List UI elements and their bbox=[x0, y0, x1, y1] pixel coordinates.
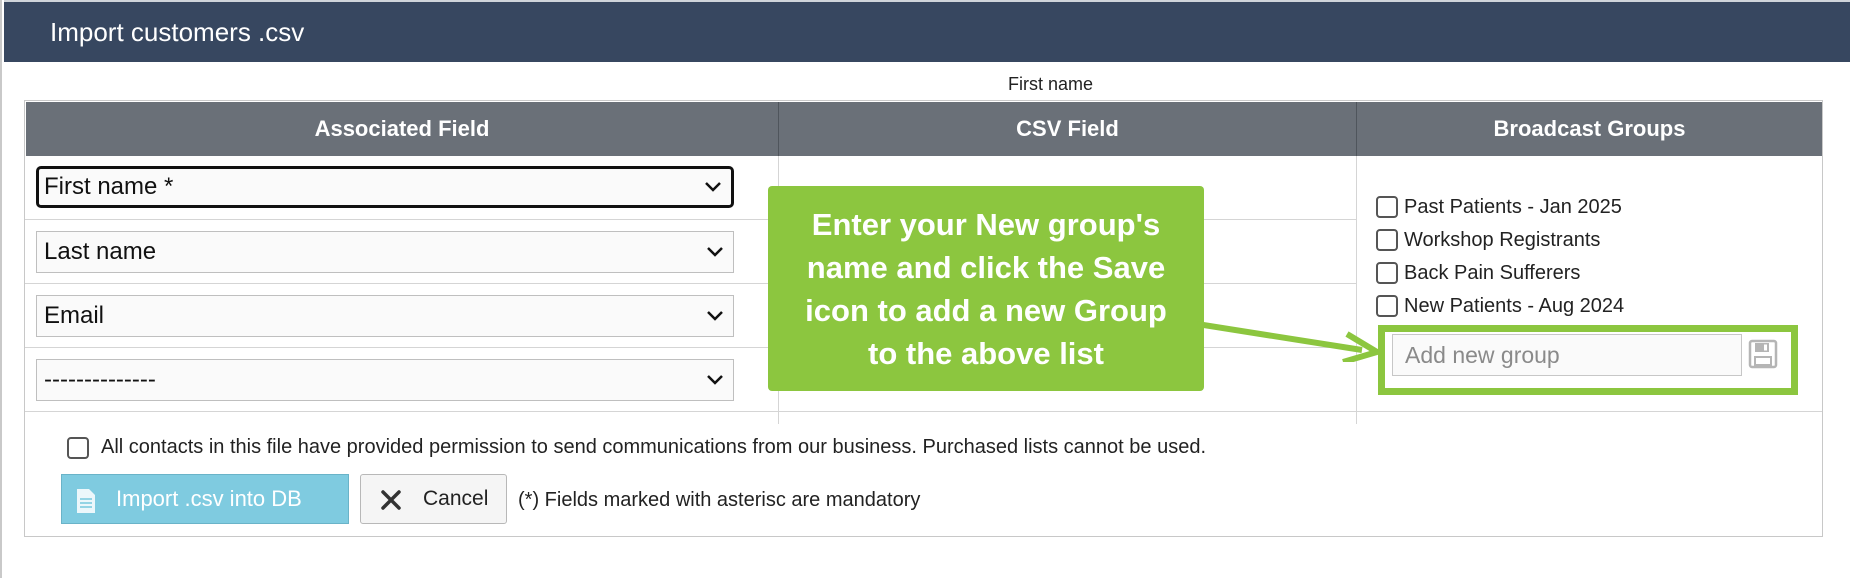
group-checkbox[interactable] bbox=[1376, 229, 1398, 251]
select-value: First name * bbox=[44, 173, 174, 200]
group-checkbox[interactable] bbox=[1376, 262, 1398, 284]
cancel-button-label: Cancel bbox=[423, 487, 489, 510]
tooltip-callout: Enter your New group's name and click th… bbox=[768, 186, 1204, 391]
import-csv-button[interactable]: Import .csv into DB bbox=[61, 474, 349, 524]
callout-text: Enter your New group's name and click th… bbox=[805, 206, 1167, 371]
csv-field-value: First name bbox=[1008, 74, 1094, 94]
floppy-disk-icon[interactable] bbox=[1748, 339, 1778, 369]
close-icon bbox=[381, 490, 401, 510]
group-label: New Patients - Aug 2024 bbox=[1404, 294, 1625, 317]
import-dialog: Import customers .csv Associated Field C… bbox=[0, 0, 1850, 578]
associated-field-select[interactable]: First name * bbox=[36, 166, 734, 208]
group-label: Past Patients - Jan 2025 bbox=[1404, 195, 1622, 218]
title-bar: Import customers .csv bbox=[4, 0, 1850, 62]
select-value: -------------- bbox=[44, 366, 156, 393]
group-item[interactable]: Back Pain Sufferers bbox=[1376, 260, 1580, 286]
group-item[interactable]: New Patients - Aug 2024 bbox=[1376, 293, 1624, 319]
column-divider bbox=[1356, 156, 1357, 424]
row-divider bbox=[25, 411, 1822, 412]
callout-arrow bbox=[1197, 321, 1382, 362]
chevron-down-icon bbox=[707, 375, 723, 385]
header-associated-field: Associated Field bbox=[26, 102, 778, 156]
mandatory-note: (*) Fields marked with asterisc are mand… bbox=[518, 489, 921, 511]
group-item[interactable]: Workshop Registrants bbox=[1376, 227, 1600, 253]
add-group-input[interactable]: Add new group bbox=[1392, 334, 1742, 376]
dialog-title: Import customers .csv bbox=[50, 17, 305, 47]
consent-label: All contacts in this file have provided … bbox=[101, 436, 1206, 458]
group-checkbox[interactable] bbox=[1376, 196, 1398, 218]
document-icon bbox=[77, 489, 95, 513]
associated-field-select[interactable]: -------------- bbox=[36, 359, 734, 401]
group-label: Workshop Registrants bbox=[1404, 228, 1601, 251]
chevron-down-icon bbox=[705, 182, 721, 192]
chevron-down-icon bbox=[707, 247, 723, 257]
associated-field-select[interactable]: Last name bbox=[36, 231, 734, 273]
associated-field-select[interactable]: Email bbox=[36, 295, 734, 337]
select-value: Email bbox=[44, 302, 105, 329]
group-label: Back Pain Sufferers bbox=[1404, 261, 1581, 284]
group-item[interactable]: Past Patients - Jan 2025 bbox=[1376, 194, 1622, 220]
import-button-label: Import .csv into DB bbox=[116, 486, 302, 511]
consent-checkbox-row[interactable]: All contacts in this file have provided … bbox=[67, 436, 1206, 459]
header-broadcast-groups: Broadcast Groups bbox=[1356, 102, 1822, 156]
consent-checkbox[interactable] bbox=[67, 436, 89, 459]
header-csv-field: CSV Field bbox=[778, 102, 1356, 156]
select-value: Last name bbox=[44, 238, 157, 265]
cancel-button[interactable]: Cancel bbox=[360, 474, 507, 524]
chevron-down-icon bbox=[707, 311, 723, 321]
